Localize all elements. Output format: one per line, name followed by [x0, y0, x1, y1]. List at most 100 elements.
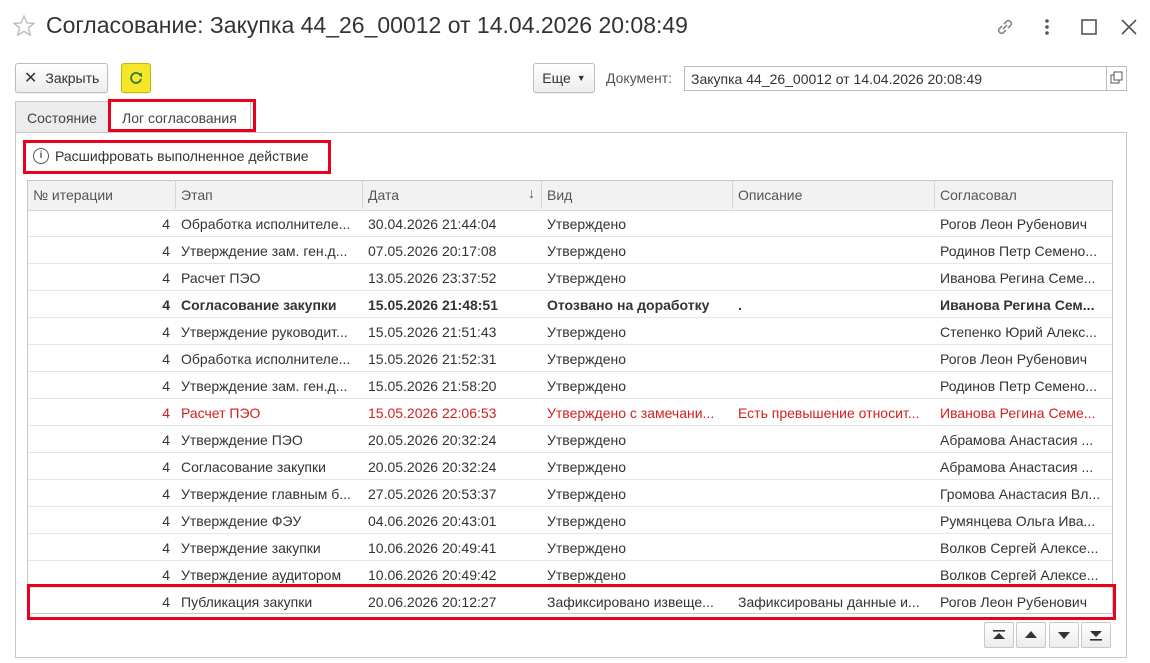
approval-log-table[interactable]: № итерации Этап Дата ↓ Вид Описание Согл…: [27, 180, 1113, 614]
approver-cell: Волков Сергей Алексе...: [940, 567, 1099, 583]
table-row[interactable]: 4 Публикация закупки 20.06.2026 20:12:27 За…: [28, 588, 1112, 613]
stage-cell: Утверждение главным б...: [181, 486, 351, 502]
date-cell: 10.06.2026 20:49:41: [368, 540, 497, 556]
close-button[interactable]: ✕ Закрыть: [15, 63, 108, 93]
stage-cell: Обработка исполнителе...: [181, 351, 351, 367]
link-icon[interactable]: [994, 16, 1016, 38]
last-icon[interactable]: [1081, 622, 1111, 648]
refresh-button[interactable]: [121, 63, 151, 93]
table-row[interactable]: 4 Обработка исполнителе... 15.05.2026 21:5…: [28, 345, 1112, 372]
table-row[interactable]: 4 Расчет ПЭО 15.05.2026 22:06:53 Утверждено…: [28, 399, 1112, 426]
date-cell: 15.05.2026 21:48:51: [368, 297, 498, 313]
kind-cell: Утверждено: [547, 513, 626, 529]
refresh-icon: [130, 72, 142, 84]
stage-cell: Согласование закупки: [181, 297, 337, 313]
column-header-description[interactable]: Описание: [733, 181, 935, 209]
table-header: № итерации Этап Дата ↓ Вид Описание Согл…: [28, 181, 1112, 211]
column-header-stage[interactable]: Этап: [176, 181, 363, 209]
maximize-icon[interactable]: [1078, 16, 1100, 38]
description-cell: .: [738, 297, 742, 313]
more-button[interactable]: Еще ▼: [533, 63, 595, 93]
first-icon[interactable]: [984, 622, 1014, 648]
iteration-cell: 4: [162, 567, 170, 583]
table-row[interactable]: 4 Утверждение руководит... 15.05.2026 21:5…: [28, 318, 1112, 345]
kind-cell: Утверждено: [547, 324, 626, 340]
iteration-cell: 4: [162, 270, 170, 286]
table-row[interactable]: 4 Утверждение закупки 10.06.2026 20:49:41 У…: [28, 534, 1112, 561]
form-toolbar: ✕ Закрыть Еще ▼ Документ: Закупка 44_26_…: [0, 58, 1150, 96]
date-cell: 30.04.2026 21:44:04: [368, 216, 497, 232]
description-cell: [733, 318, 935, 344]
table-row[interactable]: 4 Утверждение ПЭО 20.05.2026 20:32:24 Утвер…: [28, 426, 1112, 453]
table-row[interactable]: 4 Утверждение зам. ген.д... 07.05.2026 20:…: [28, 237, 1112, 264]
stage-cell: Утверждение руководит...: [181, 324, 348, 340]
document-field[interactable]: Закупка 44_26_00012 от 14.04.2026 20:08:…: [684, 66, 1127, 91]
date-cell: 04.06.2026 20:43:01: [368, 513, 497, 529]
kind-cell: Утверждено: [547, 486, 626, 502]
prev-icon[interactable]: [1016, 622, 1046, 648]
next-icon[interactable]: [1049, 622, 1079, 648]
table-row[interactable]: 4 Утверждение главным б... 27.05.2026 20:5…: [28, 480, 1112, 507]
iteration-cell: 4: [162, 513, 170, 529]
approver-cell: Родинов Петр Семено...: [940, 243, 1098, 259]
description-cell: [733, 210, 935, 236]
window-title: Согласование: Закупка 44_26_00012 от 14.…: [46, 12, 688, 38]
open-document-icon[interactable]: [1106, 67, 1126, 90]
description-cell: [733, 480, 935, 506]
date-cell: 20.05.2026 20:32:24: [368, 432, 497, 448]
kind-cell: Утверждено с замечани...: [547, 405, 715, 421]
sort-down-icon: ↓: [528, 185, 535, 201]
column-header-date-label: Дата: [368, 187, 400, 203]
table-row[interactable]: 4 Согласование закупки 15.05.2026 21:48:51…: [28, 291, 1112, 318]
iteration-cell: 4: [162, 432, 170, 448]
iteration-cell: 4: [162, 459, 170, 475]
table-row[interactable]: 4 Утверждение ФЭУ 04.06.2026 20:43:01 Утвер…: [28, 507, 1112, 534]
more-vert-icon[interactable]: [1036, 16, 1058, 38]
description-cell: [733, 561, 935, 587]
iteration-cell: 4: [162, 216, 170, 232]
description-cell: [733, 345, 935, 371]
close-icon[interactable]: [1118, 16, 1140, 38]
table-row[interactable]: 4 Обработка исполнителе... 30.04.2026 21:4…: [28, 210, 1112, 237]
star-icon[interactable]: [12, 14, 36, 38]
stage-cell: Утверждение зам. ген.д...: [181, 378, 348, 394]
column-header-approver[interactable]: Согласовал: [935, 181, 1112, 209]
description-cell: [733, 426, 935, 452]
document-label: Документ:: [606, 70, 672, 86]
date-cell: 15.05.2026 21:52:31: [368, 351, 497, 367]
column-header-date[interactable]: Дата ↓: [363, 181, 542, 209]
decode-action-button[interactable]: i Расшифровать выполненное действие: [33, 148, 309, 164]
stage-cell: Утверждение зам. ген.д...: [181, 243, 348, 259]
date-cell: 15.05.2026 21:58:20: [368, 378, 497, 394]
kind-cell: Утверждено: [547, 567, 626, 583]
kind-cell: Утверждено: [547, 378, 626, 394]
chevron-down-icon: ▼: [576, 73, 586, 83]
approver-cell: Степенко Юрий Алекс...: [940, 324, 1097, 340]
close-button-label: Закрыть: [45, 70, 100, 86]
stage-cell: Расчет ПЭО: [181, 405, 261, 421]
column-header-kind[interactable]: Вид: [542, 181, 733, 209]
iteration-cell: 4: [162, 405, 170, 421]
description-cell: [733, 507, 935, 533]
approver-cell: Рогов Леон Рубенович: [940, 351, 1088, 367]
table-row[interactable]: 4 Согласование закупки 20.05.2026 20:32:24…: [28, 453, 1112, 480]
iteration-cell: 4: [162, 378, 170, 394]
iteration-cell: 4: [162, 324, 170, 340]
approver-cell: Рогов Леон Рубенович: [940, 594, 1088, 610]
approver-cell: Громова Анастасия Вл...: [940, 486, 1101, 502]
description-cell: Есть превышение относит...: [738, 405, 920, 421]
tab-state[interactable]: Состояние: [15, 101, 109, 132]
stage-cell: Утверждение ПЭО: [181, 432, 303, 448]
kind-cell: Отозвано на доработку: [547, 297, 710, 313]
kind-cell: Зафиксировано извеще...: [547, 594, 714, 610]
tab-approval-log[interactable]: Лог согласования: [110, 101, 251, 132]
date-cell: 07.05.2026 20:17:08: [368, 243, 497, 259]
table-row[interactable]: 4 Утверждение зам. ген.д... 15.05.2026 21:…: [28, 372, 1112, 399]
description-cell: [733, 237, 935, 263]
table-row[interactable]: 4 Расчет ПЭО 13.05.2026 23:37:52 Утверждено…: [28, 264, 1112, 291]
column-header-iteration[interactable]: № итерации: [28, 181, 176, 209]
date-cell: 20.06.2026 20:12:27: [368, 594, 497, 610]
approver-cell: Родинов Петр Семено...: [940, 378, 1098, 394]
stage-cell: Публикация закупки: [181, 594, 313, 610]
table-row[interactable]: 4 Утверждение аудитором 10.06.2026 20:49:4…: [28, 561, 1112, 588]
